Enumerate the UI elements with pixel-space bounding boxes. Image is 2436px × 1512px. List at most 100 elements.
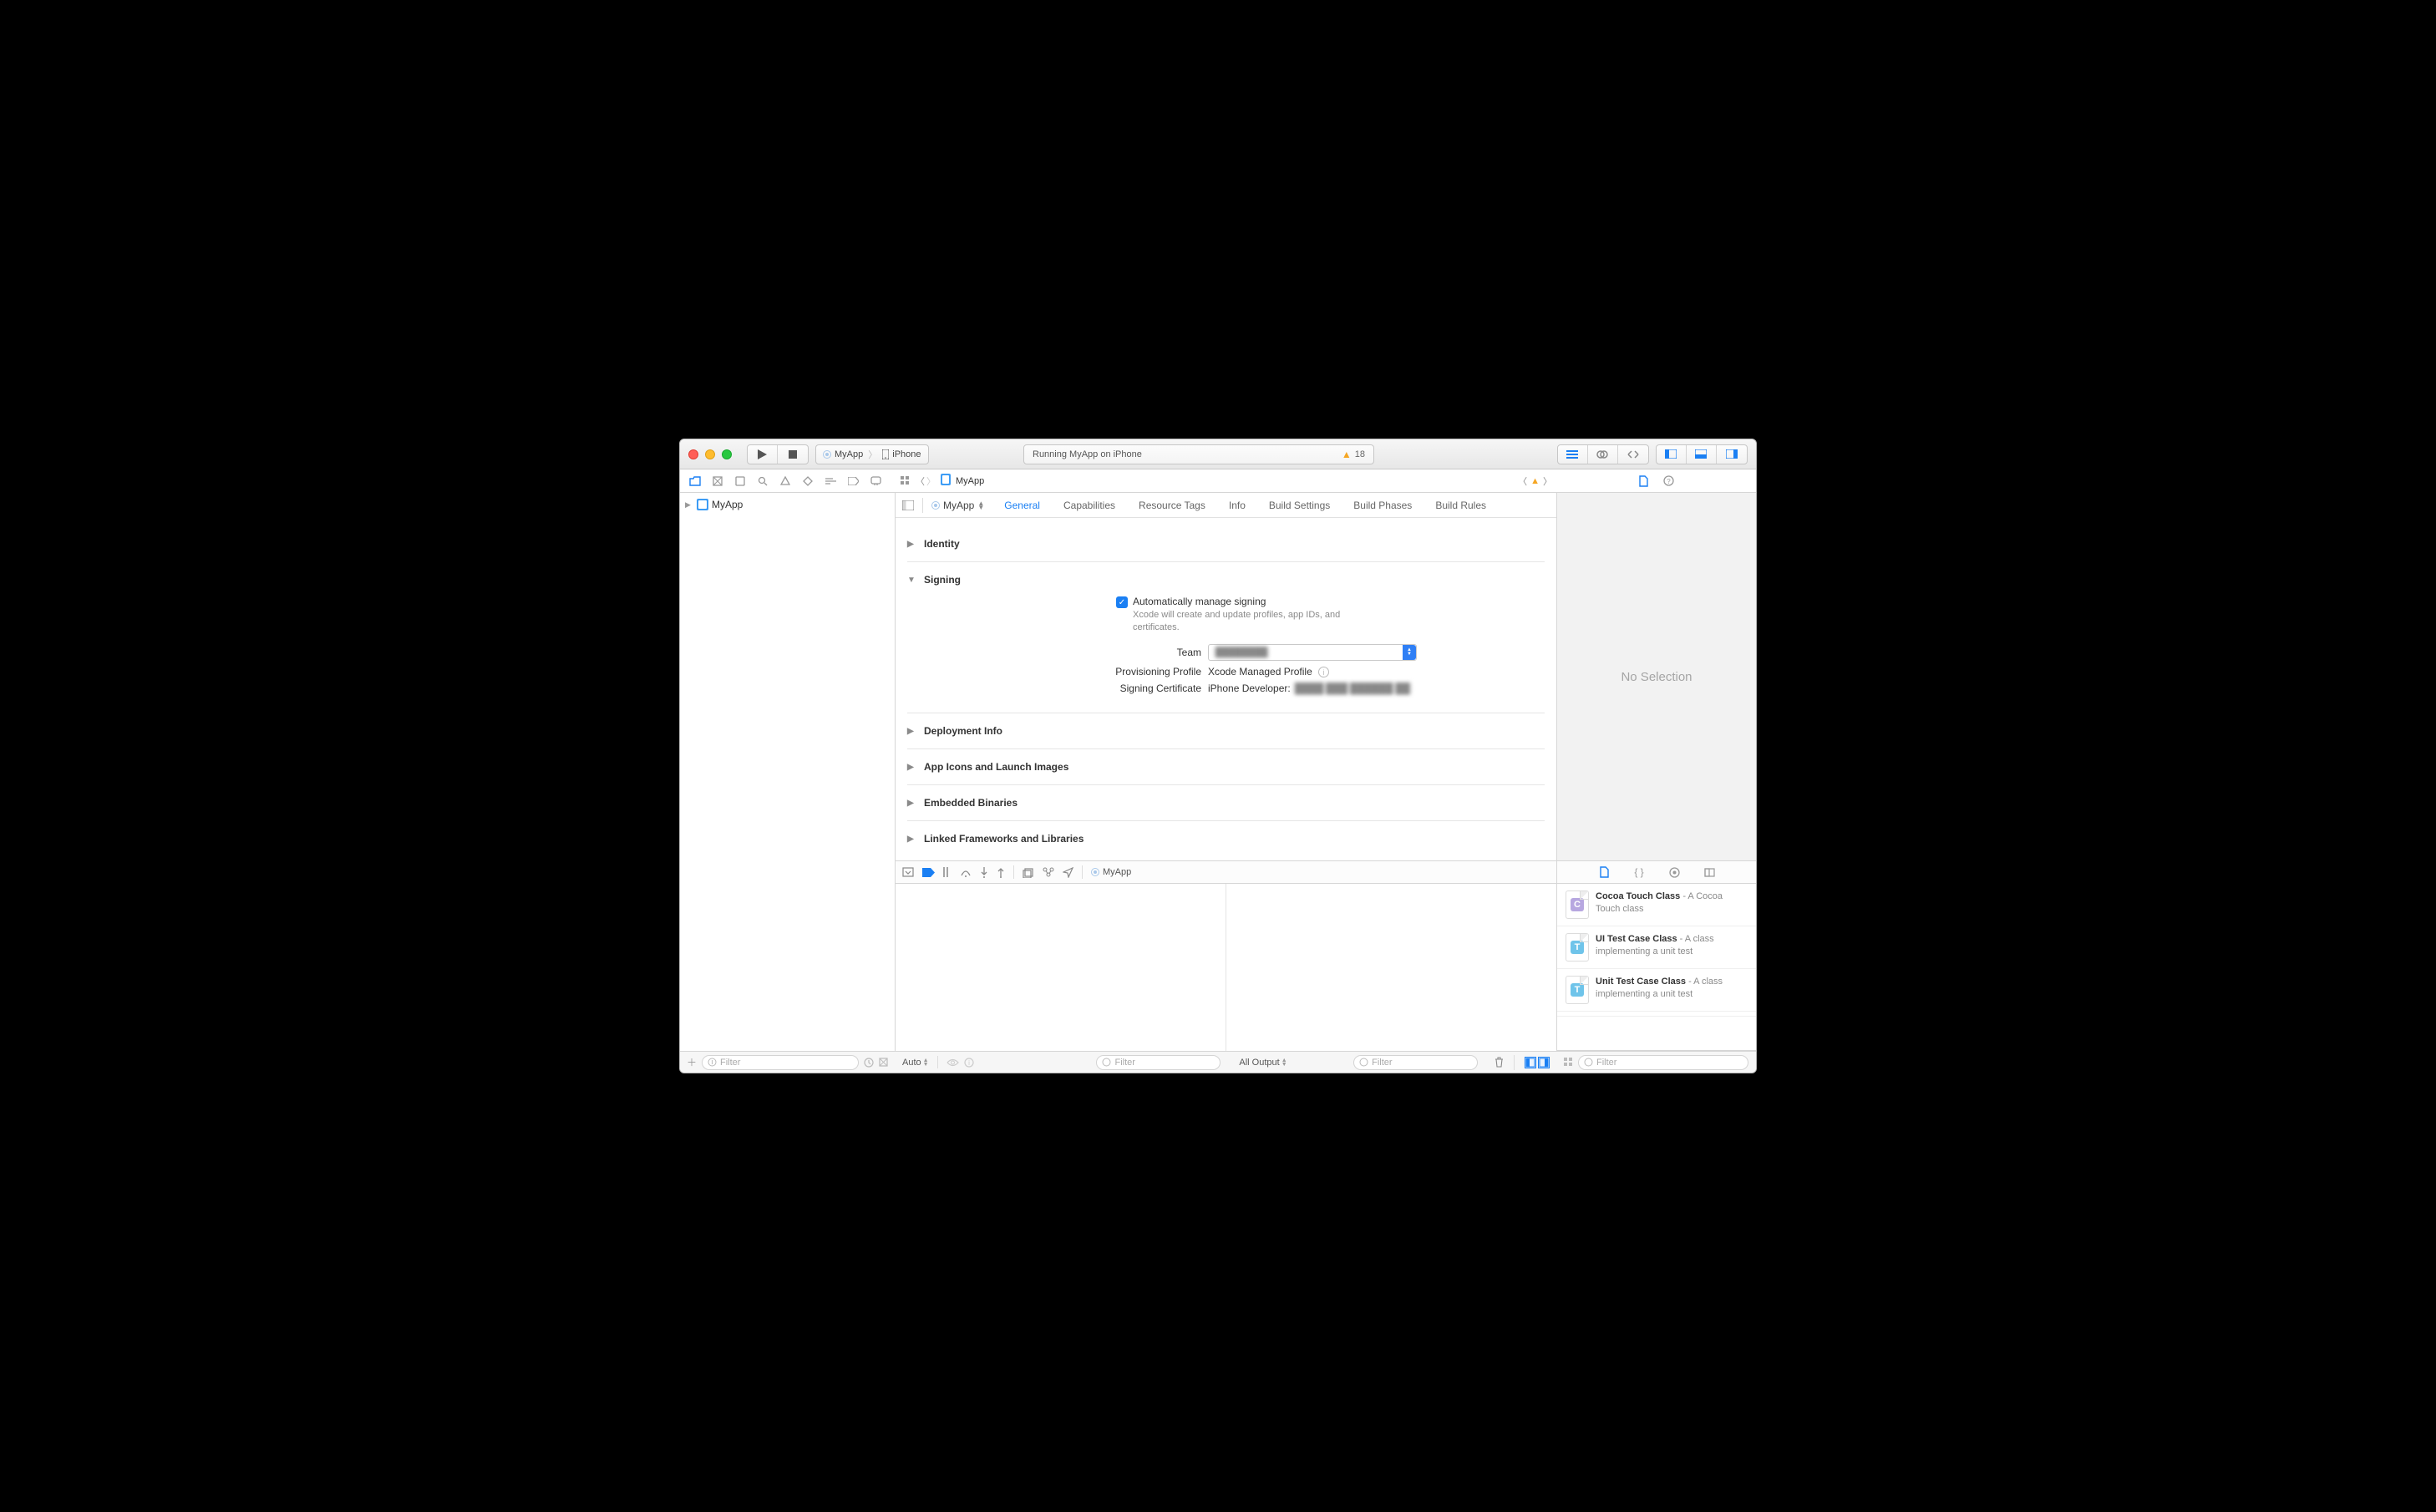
toggle-utilities[interactable]	[1717, 445, 1747, 464]
section-deployment-header[interactable]: ▶ Deployment Info	[907, 722, 1545, 740]
step-in-button[interactable]	[980, 867, 988, 878]
device-icon	[882, 449, 889, 459]
disclosure-triangle[interactable]: ▶	[907, 540, 917, 549]
test-navigator-tab[interactable]	[798, 473, 818, 490]
panel-toggle-group	[1656, 444, 1748, 464]
window-controls	[688, 449, 732, 459]
section-identity-header[interactable]: ▶ Identity	[907, 535, 1545, 553]
library-item[interactable]: T UI Test Case Class - A class implement…	[1557, 926, 1756, 969]
show-variables[interactable]	[1525, 1057, 1536, 1068]
jump-bar[interactable]: 〈 〉 MyApp 〈 ▲ 〉	[896, 469, 1557, 492]
project-tree[interactable]: ▶ MyApp	[680, 493, 895, 1051]
minimize-window[interactable]	[705, 449, 715, 459]
version-editor-button[interactable]	[1618, 445, 1648, 464]
go-forward[interactable]: 〉	[926, 474, 936, 488]
symbol-navigator-tab[interactable]	[730, 473, 750, 490]
disclosure-triangle[interactable]: ▶	[907, 763, 917, 772]
auto-variables-selector[interactable]: Auto ▲▼	[902, 1058, 929, 1068]
target-selector[interactable]: MyApp ▲▼	[931, 500, 984, 511]
add-button[interactable]: ＋	[687, 1055, 697, 1069]
tab-build-settings[interactable]: Build Settings	[1269, 500, 1330, 511]
disclosure-triangle[interactable]: ▶	[907, 799, 917, 808]
object-library-tab[interactable]	[1664, 864, 1684, 880]
disclosure-triangle[interactable]: ▶	[907, 835, 917, 844]
console-view[interactable]	[1226, 884, 1556, 1051]
section-linked-header[interactable]: ▶ Linked Frameworks and Libraries	[907, 830, 1545, 848]
disclosure-triangle[interactable]: ▶	[685, 500, 693, 510]
hide-debug-area[interactable]	[902, 867, 914, 877]
warning-icon: ▲	[1342, 449, 1352, 460]
close-window[interactable]	[688, 449, 698, 459]
output-selector[interactable]: All Output ▲▼	[1239, 1058, 1287, 1068]
stop-button[interactable]	[778, 445, 808, 464]
breakpoint-navigator-tab[interactable]	[843, 473, 863, 490]
tab-resource-tags[interactable]: Resource Tags	[1139, 500, 1205, 511]
step-out-button[interactable]	[997, 867, 1005, 878]
issue-navigator-tab[interactable]	[775, 473, 795, 490]
disclosure-triangle[interactable]: ▼	[907, 576, 917, 585]
scheme-selector[interactable]: MyApp 〉 iPhone	[815, 444, 929, 464]
library-item[interactable]: T Unit Test Case Class - A class impleme…	[1557, 969, 1756, 1012]
scm-filter-icon[interactable]	[879, 1058, 888, 1067]
section-appicons-header[interactable]: ▶ App Icons and Launch Images	[907, 758, 1545, 776]
debug-view-hierarchy[interactable]	[1023, 867, 1034, 878]
process-selector[interactable]: MyApp	[1091, 867, 1131, 877]
project-root-item[interactable]: ▶ MyApp	[685, 496, 890, 513]
auto-manage-desc: Xcode will create and update profiles, a…	[1133, 609, 1358, 634]
debug-memory-graph[interactable]	[1043, 867, 1054, 877]
media-library-tab[interactable]	[1699, 864, 1719, 880]
run-button[interactable]	[748, 445, 778, 464]
activity-viewer[interactable]: Running MyApp on iPhone ▲ 18	[1023, 444, 1374, 464]
tab-build-phases[interactable]: Build Phases	[1353, 500, 1412, 511]
breadcrumb[interactable]: MyApp	[956, 476, 984, 486]
debug-pane-toggle[interactable]	[1525, 1057, 1550, 1068]
breakpoints-toggle[interactable]	[922, 868, 935, 877]
tab-build-rules[interactable]: Build Rules	[1435, 500, 1486, 511]
source-control-navigator-tab[interactable]	[708, 473, 728, 490]
tab-capabilities[interactable]: Capabilities	[1063, 500, 1115, 511]
print-description-icon[interactable]: i	[964, 1058, 974, 1068]
disclosure-triangle[interactable]: ▶	[907, 727, 917, 736]
variables-view[interactable]	[896, 884, 1226, 1051]
library-list[interactable]: C Cocoa Touch Class - A Cocoa Touch clas…	[1557, 884, 1756, 1051]
step-over-button[interactable]	[960, 867, 972, 877]
variables-filter[interactable]: Filter	[1096, 1055, 1221, 1070]
section-embedded-header[interactable]: ▶ Embedded Binaries	[907, 794, 1545, 812]
library-item[interactable]: C Cocoa Touch Class - A Cocoa Touch clas…	[1557, 884, 1756, 926]
section-signing-header[interactable]: ▼ Signing	[907, 571, 1545, 589]
debug-navigator-tab[interactable]	[820, 473, 840, 490]
standard-editor-button[interactable]	[1558, 445, 1588, 464]
report-navigator-tab[interactable]	[865, 473, 886, 490]
library-item[interactable]	[1557, 1012, 1756, 1017]
clear-console-icon[interactable]	[1495, 1057, 1504, 1068]
show-console[interactable]	[1538, 1057, 1550, 1068]
next-issue[interactable]: 〉	[1543, 474, 1552, 488]
library-filter[interactable]: Filter	[1578, 1055, 1748, 1070]
recent-filter-icon[interactable]	[864, 1058, 874, 1068]
quick-help-tab[interactable]: ?	[1663, 473, 1674, 490]
project-navigator-tab[interactable]	[685, 473, 705, 490]
prev-issue[interactable]: 〈	[1518, 474, 1527, 488]
assistant-editor-button[interactable]	[1588, 445, 1618, 464]
find-navigator-tab[interactable]	[753, 473, 773, 490]
library-grid-icon[interactable]	[1564, 1058, 1573, 1067]
info-icon[interactable]: i	[1318, 667, 1329, 677]
toggle-debug-area[interactable]	[1687, 445, 1717, 464]
navigator-filter[interactable]: Filter	[702, 1055, 859, 1070]
toggle-target-list-icon[interactable]	[902, 500, 914, 510]
tab-info[interactable]: Info	[1229, 500, 1246, 511]
toggle-navigator[interactable]	[1657, 445, 1687, 464]
related-items-icon[interactable]	[901, 476, 911, 486]
go-back[interactable]: 〈	[916, 474, 925, 488]
code-snippet-library-tab[interactable]: { }	[1629, 864, 1649, 880]
file-template-library-tab[interactable]	[1594, 864, 1614, 880]
team-select[interactable]: ████████ ▲▼	[1208, 644, 1417, 661]
auto-manage-signing-checkbox[interactable]: ✓	[1116, 596, 1128, 608]
simulate-location[interactable]	[1063, 867, 1073, 878]
tab-general[interactable]: General	[1004, 500, 1040, 511]
file-inspector-tab[interactable]	[1639, 473, 1648, 490]
quicklook-icon[interactable]	[946, 1058, 959, 1067]
continue-button[interactable]	[943, 867, 952, 877]
console-filter[interactable]: Filter	[1353, 1055, 1478, 1070]
zoom-window[interactable]	[722, 449, 732, 459]
